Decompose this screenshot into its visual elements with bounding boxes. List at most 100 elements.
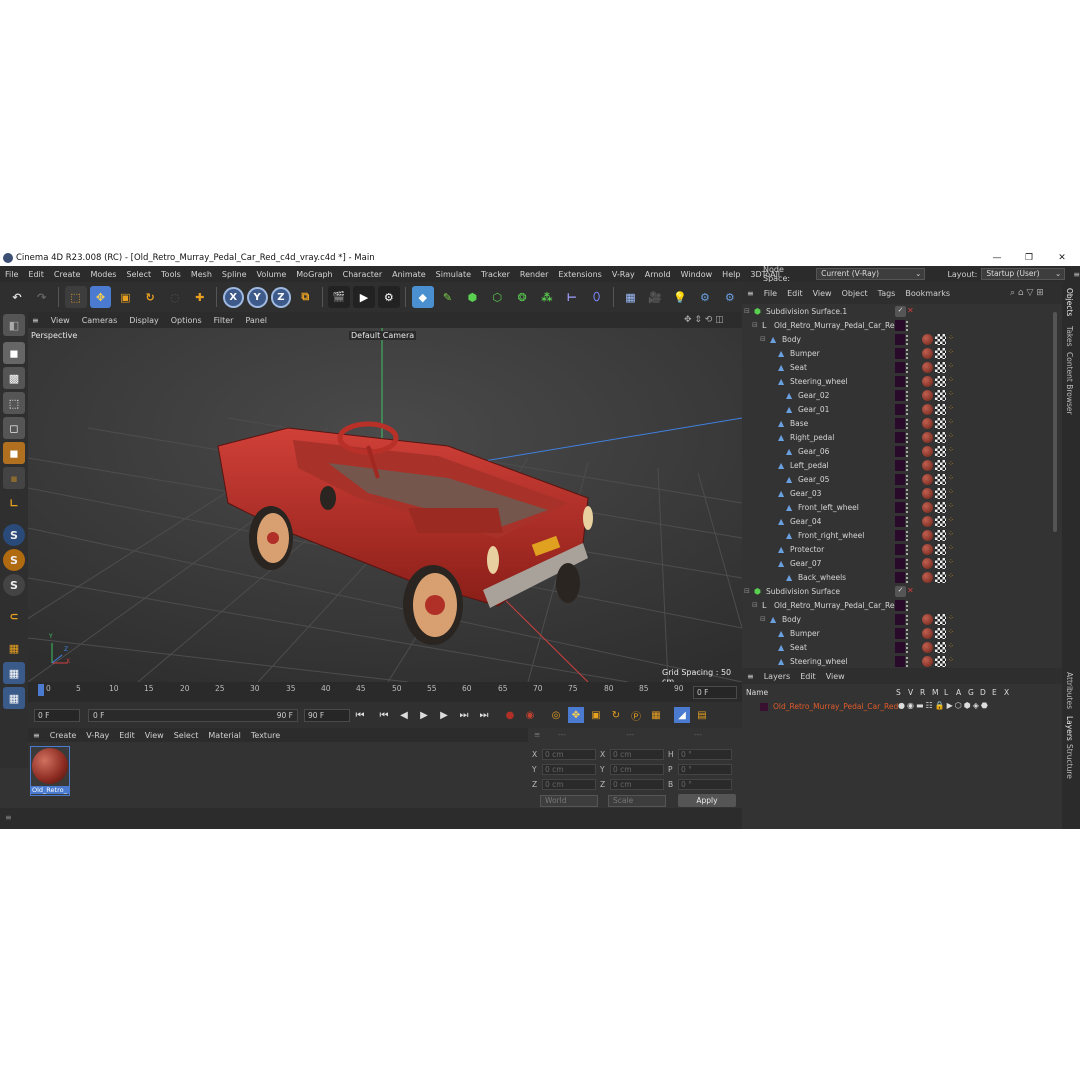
layer-toggle-icons[interactable]: ●◉▬☷🔒▶⬡⬢◈⬣	[898, 701, 990, 710]
expand-toggle-icon[interactable]	[768, 349, 777, 358]
object-row[interactable]: ▲ Steering_wheel ⁘	[742, 375, 1052, 389]
uvw-tag-icon[interactable]	[935, 432, 946, 443]
visibility-dots-icon[interactable]	[906, 321, 910, 331]
object-row[interactable]: ▲ Left_pedal ⁘	[742, 459, 1052, 473]
menu-volume[interactable]: Volume	[252, 270, 292, 279]
enable-checkmark-icon[interactable]: ✓	[895, 586, 906, 597]
object-name[interactable]: Gear_03	[790, 489, 821, 498]
cube-icon[interactable]: ◆	[411, 286, 434, 308]
object-name[interactable]: Gear_01	[798, 405, 829, 414]
object-name[interactable]: Old_Retro_Murray_Pedal_Car_Red	[774, 321, 899, 330]
visibility-dots-icon[interactable]	[906, 433, 910, 443]
viewport-menu-view[interactable]: View	[45, 316, 76, 325]
workplane-grid-icon[interactable]: ▦	[3, 662, 25, 684]
visibility-dots-icon[interactable]	[906, 629, 910, 639]
playhead[interactable]	[38, 684, 44, 696]
position-x-field[interactable]: 0 cm	[542, 748, 596, 760]
material-tag-icon[interactable]	[922, 558, 933, 569]
expand-toggle-icon[interactable]	[776, 405, 785, 414]
expand-toggle-icon[interactable]	[768, 559, 777, 568]
tab-objects[interactable]: Objects	[1065, 288, 1074, 316]
play-icon[interactable]: ▶	[416, 707, 432, 723]
expand-toggle-icon[interactable]	[768, 363, 777, 372]
material-tag-icon[interactable]	[922, 432, 933, 443]
extrude-icon[interactable]: ⬡	[486, 286, 508, 308]
visibility-dots-icon[interactable]	[906, 447, 910, 457]
phong-tag-icon[interactable]: ⁘	[948, 348, 959, 359]
phong-tag-icon[interactable]: ⁘	[948, 432, 959, 443]
cloner-icon[interactable]: ❂	[511, 286, 533, 308]
timeline-window-icon[interactable]: ▤	[694, 707, 710, 723]
visibility-dots-icon[interactable]	[906, 461, 910, 471]
visibility-dots-icon[interactable]	[906, 363, 910, 373]
object-name[interactable]: Base	[790, 419, 808, 428]
object-name[interactable]: Gear_04	[790, 517, 821, 526]
menu-simulate[interactable]: Simulate	[431, 270, 476, 279]
y-axis-lock-button[interactable]: Y	[246, 286, 268, 308]
viewport-menu-cameras[interactable]: Cameras	[76, 316, 124, 325]
uvw-tag-icon[interactable]	[935, 446, 946, 457]
field-icon[interactable]: ⬯	[586, 286, 608, 308]
object-name[interactable]: Subdivision Surface	[766, 587, 840, 596]
expand-toggle-icon[interactable]	[768, 629, 777, 638]
object-row[interactable]: ⊟ ⬢ Subdivision Surface ✓ ✕	[742, 585, 1052, 599]
magnet-icon[interactable]: ⊂	[3, 605, 25, 627]
script-icon[interactable]: ⚙	[719, 286, 741, 308]
uvw-tag-icon[interactable]	[935, 614, 946, 625]
light-icon[interactable]: 💡	[669, 286, 691, 308]
redo-icon[interactable]: ↷	[31, 286, 53, 308]
phong-tag-icon[interactable]: ⁘	[948, 502, 959, 513]
menu-render[interactable]: Render	[515, 270, 553, 279]
material-tag-icon[interactable]	[922, 474, 933, 485]
object-row[interactable]: ▲ Seat ⁘	[742, 361, 1052, 375]
om-menu-tags[interactable]: Tags	[873, 289, 901, 298]
polygons-mode-icon[interactable]: ◼	[3, 442, 25, 464]
object-row[interactable]: ▲ Gear_03 ⁘	[742, 487, 1052, 501]
menu-file[interactable]: File	[0, 270, 23, 279]
uvw-tag-icon[interactable]	[935, 516, 946, 527]
uvw-tag-icon[interactable]	[935, 460, 946, 471]
uvw-tag-icon[interactable]	[935, 572, 946, 583]
layer-hamburger-icon[interactable]: ≡	[742, 672, 759, 681]
menu-create[interactable]: Create	[49, 270, 86, 279]
object-row[interactable]: ▲ Front_left_wheel ⁘	[742, 501, 1052, 515]
layer-color-chip[interactable]	[895, 404, 905, 415]
tab-attributes[interactable]: Attributes	[1065, 672, 1074, 709]
snap-icon[interactable]: S	[3, 524, 25, 546]
node-space-dropdown[interactable]: Current (V-Ray) ⌄	[816, 268, 926, 280]
rotate-tool-icon[interactable]: ↻	[139, 286, 161, 308]
layer-color-chip[interactable]	[895, 474, 905, 485]
object-row[interactable]: ▲ Back_wheels ⁘	[742, 571, 1052, 585]
object-name[interactable]: Left_pedal	[790, 461, 829, 470]
uvw-tag-icon[interactable]	[935, 530, 946, 541]
locked-workplane-icon[interactable]: ▦	[3, 687, 25, 709]
viewport-menu-options[interactable]: Options	[165, 316, 208, 325]
material-tag-icon[interactable]	[922, 460, 933, 471]
visibility-dots-icon[interactable]	[906, 517, 910, 527]
position-z-field[interactable]: 0 cm	[542, 778, 596, 790]
uvw-tag-icon[interactable]	[935, 628, 946, 639]
timeline-ruler[interactable]: 0 5 10 15 20 25 30 35 40 45 50 55 60 65 …	[28, 682, 742, 702]
minimize-button[interactable]: —	[982, 250, 1012, 266]
uvw-tag-icon[interactable]	[935, 502, 946, 513]
material-tag-icon[interactable]	[922, 516, 933, 527]
layer-name[interactable]: Old_Retro_Murray_Pedal_Car_Red	[773, 702, 898, 711]
next-frame-icon[interactable]: ▶	[436, 707, 452, 723]
layer-color-chip[interactable]	[895, 446, 905, 457]
phong-tag-icon[interactable]: ⁘	[948, 516, 959, 527]
render-toggle-icon[interactable]: ✕	[907, 306, 918, 317]
live-selection-icon[interactable]: ⬚	[64, 286, 87, 308]
phong-tag-icon[interactable]: ⁘	[948, 376, 959, 387]
layer-color-chip[interactable]	[895, 432, 905, 443]
material-tag-icon[interactable]	[922, 446, 933, 457]
om-menu-view[interactable]: View	[808, 289, 837, 298]
uvw-tag-icon[interactable]	[935, 418, 946, 429]
add-object-icon[interactable]: ✚	[189, 286, 211, 308]
render-settings-icon[interactable]: ⚙	[377, 286, 400, 308]
object-name[interactable]: Subdivision Surface.1	[766, 307, 847, 316]
material-tag-icon[interactable]	[922, 614, 933, 625]
object-row[interactable]: ⊟ L Old_Retro_Murray_Pedal_Car_Red	[742, 319, 1052, 333]
layer-color-swatch[interactable]	[760, 703, 768, 711]
visibility-dots-icon[interactable]	[906, 349, 910, 359]
layer-color-chip[interactable]	[895, 348, 905, 359]
